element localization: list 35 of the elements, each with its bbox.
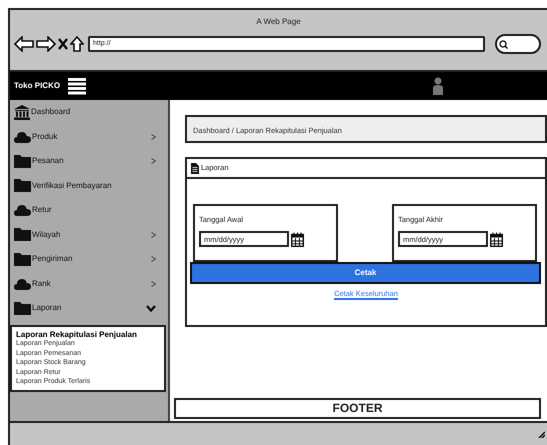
cloud-icon	[14, 204, 31, 216]
sidebar-item[interactable]: Produk	[10, 124, 168, 149]
calendar-icon[interactable]	[490, 232, 503, 247]
folder-icon	[14, 252, 31, 266]
sidebar-item[interactable]: Pengiriman	[10, 247, 168, 272]
search-icon	[499, 40, 508, 48]
menu-icon[interactable]	[68, 77, 86, 95]
sidebar-item[interactable]: Laporan	[10, 296, 168, 320]
bank-icon	[14, 104, 30, 120]
calendar-icon[interactable]	[291, 232, 304, 247]
sidebar-item[interactable]: Retur	[10, 198, 168, 222]
sidebar-item[interactable]: Pesanan	[10, 149, 168, 174]
sidebar-item[interactable]: Verifikasi Pembayaran	[10, 174, 168, 198]
home-icon[interactable]	[70, 36, 84, 52]
cloud-icon	[14, 130, 31, 143]
sidebar-item[interactable]: Dashboard	[10, 100, 168, 124]
search-field[interactable]	[495, 34, 541, 54]
folder-icon	[14, 228, 31, 242]
user-icon[interactable]	[433, 77, 443, 95]
back-icon[interactable]	[14, 36, 34, 52]
sidebar-item[interactable]: Wilayah	[10, 222, 168, 247]
document-icon	[191, 162, 199, 174]
sidebar-item[interactable]: Rank	[10, 272, 168, 296]
window-title: A Web Page	[255, 16, 302, 28]
footer: FOOTER	[174, 398, 541, 419]
close-icon[interactable]	[58, 38, 68, 50]
folder-icon	[14, 179, 31, 192]
folder-icon	[14, 302, 31, 315]
resize-grip-icon[interactable]	[537, 430, 545, 438]
submenu-item[interactable]: Laporan Rekapitulasi Penjualan	[16, 330, 160, 339]
forward-icon[interactable]	[36, 36, 56, 52]
print-button[interactable]: Cetak	[190, 262, 541, 284]
cloud-icon	[14, 278, 31, 290]
brand-name[interactable]: Toko PICKO	[14, 80, 60, 92]
folder-icon	[14, 154, 31, 168]
